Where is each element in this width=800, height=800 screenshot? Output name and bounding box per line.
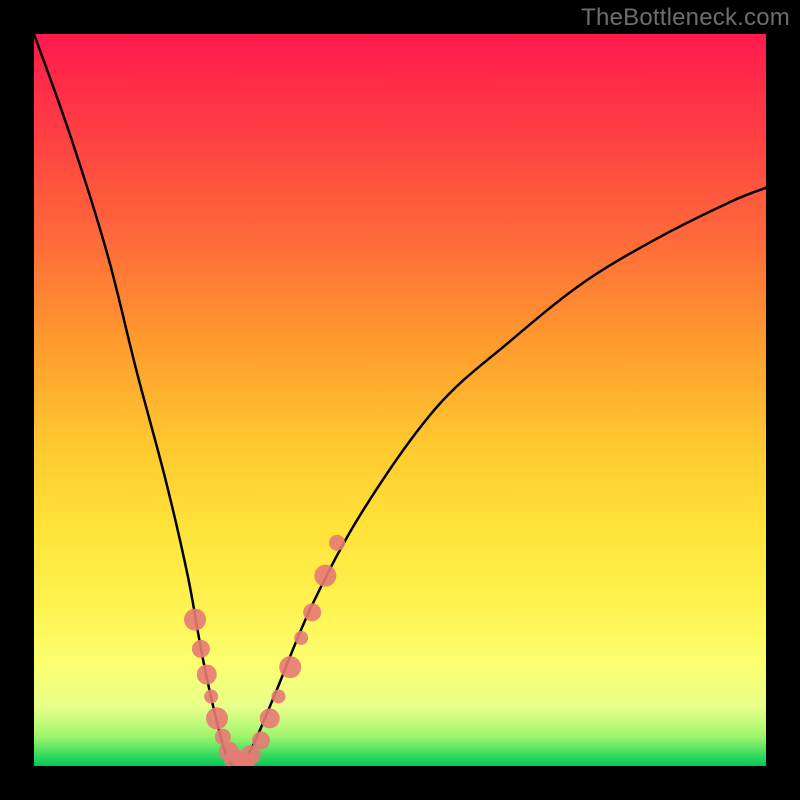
- highlight-dot: [192, 640, 210, 658]
- highlight-dot: [314, 565, 336, 587]
- highlight-dots-group: [184, 535, 345, 766]
- plot-area: [34, 34, 766, 766]
- highlight-dot: [260, 708, 280, 728]
- highlight-dot: [294, 631, 308, 645]
- highlight-dot: [197, 665, 217, 685]
- highlight-dot: [184, 609, 206, 631]
- chart-frame: TheBottleneck.com: [0, 0, 800, 800]
- highlight-dot: [206, 707, 228, 729]
- highlight-dot: [204, 689, 218, 703]
- highlight-dot: [329, 535, 345, 551]
- curve-svg: [34, 34, 766, 766]
- watermark-text: TheBottleneck.com: [581, 4, 790, 32]
- bottleneck-curve: [34, 34, 766, 766]
- highlight-dot: [271, 689, 285, 703]
- highlight-dot: [303, 603, 321, 621]
- highlight-dot: [252, 731, 270, 749]
- highlight-dot: [279, 656, 301, 678]
